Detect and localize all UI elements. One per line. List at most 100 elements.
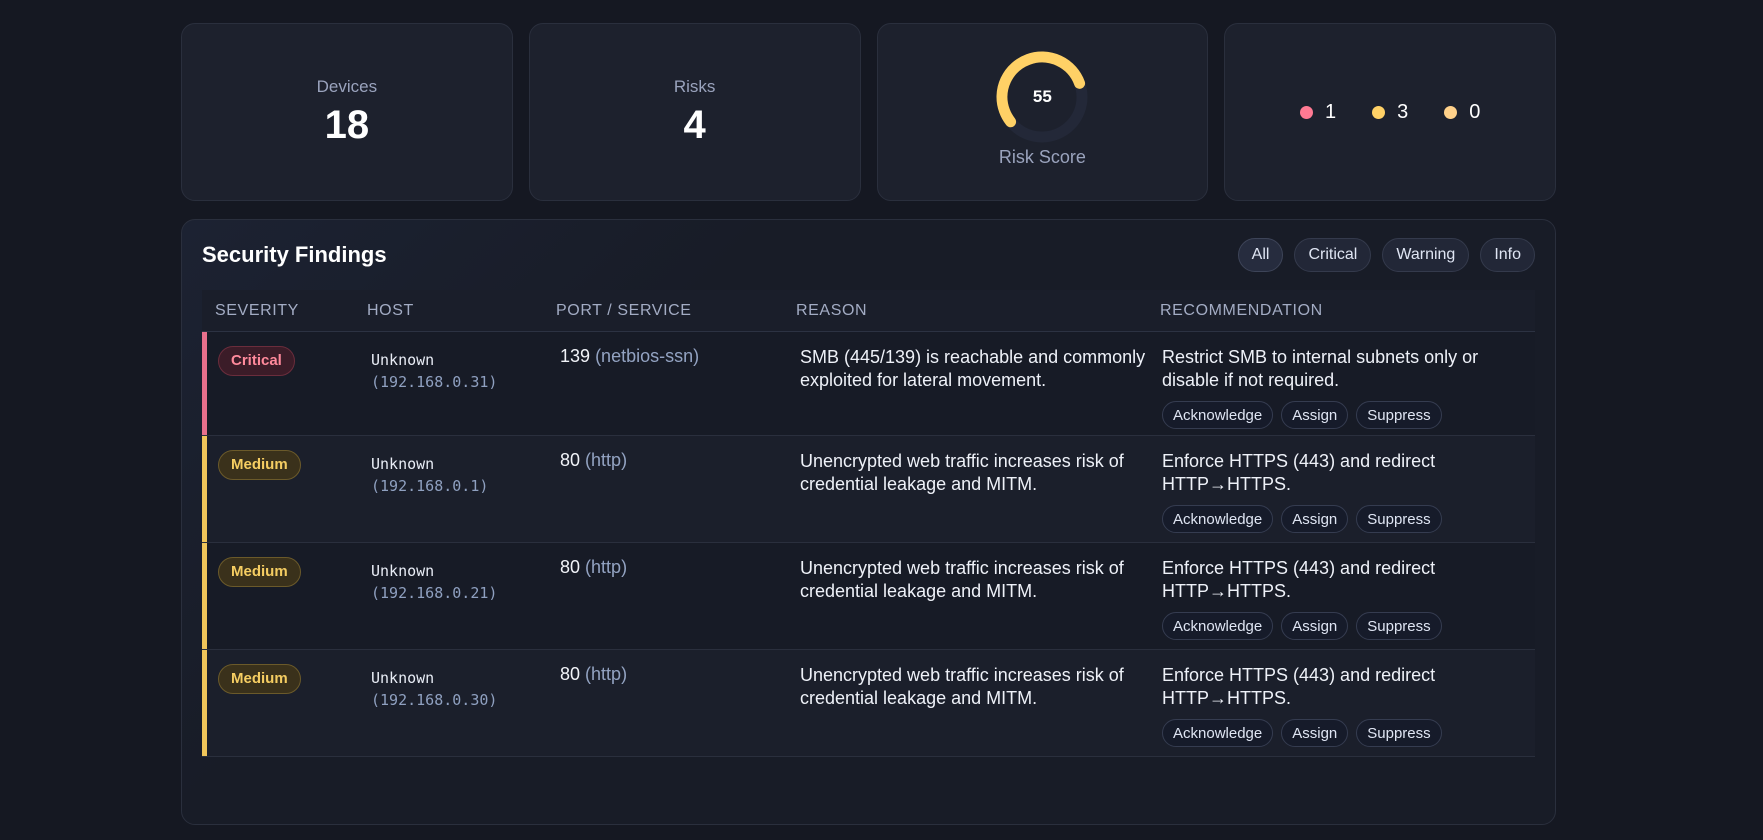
severity-badge: Medium [218,557,301,587]
risks-label: Risks [673,76,716,96]
assign-button[interactable]: Assign [1281,505,1349,533]
devices-card: Devices 18 [181,23,513,201]
service-name: (netbios-ssn) [595,346,700,366]
port-service-cell: 80 (http) [556,436,796,542]
row-actions: Acknowledge Assign Suppress [1162,719,1520,747]
suppress-button[interactable]: Suppress [1356,612,1442,640]
host-name: Unknown [371,562,435,580]
stats-row: Devices 18 Risks 4 55 Risk Score 1 3 0 [181,23,1556,201]
suppress-button[interactable]: Suppress [1356,719,1442,747]
legend-count: 1 [1324,100,1337,123]
host-cell: Unknown (192.168.0.21) [367,543,556,649]
legend-count: 3 [1397,100,1409,123]
risk-score-value: 55 [1032,86,1052,106]
severity-badge: Medium [218,664,301,694]
filter-group: All Critical Warning Info [1237,238,1535,272]
legend-dot-icon [1372,105,1386,119]
legend-dot-icon [1299,105,1313,119]
findings-table-body: Critical Unknown (192.168.0.31) 139 (netbio… [202,332,1535,757]
service-name: (http) [585,664,628,684]
risk-score-label: Risk Score [998,146,1086,167]
port-number: 80 [560,557,581,577]
column-severity[interactable]: SEVERITY [202,302,367,320]
port-service-cell: 139 (netbios-ssn) [556,332,796,435]
host-ip: (192.168.0.31) [371,373,498,391]
panel-title: Security Findings [202,242,387,267]
filter-warning-button[interactable]: Warning [1382,238,1470,272]
row-actions: Acknowledge Assign Suppress [1162,612,1520,640]
column-port-service[interactable]: PORT / SERVICE [556,302,796,320]
severity-stripe [202,436,207,542]
severity-stripe [202,543,207,649]
legend-item-critical: 1 [1299,100,1337,124]
recommendation-cell: Restrict SMB to internal subnets only or… [1160,332,1520,435]
severity-stripe [202,332,207,435]
row-actions: Acknowledge Assign Suppress [1162,505,1520,533]
recommendation-text: Enforce HTTPS (443) and redirect HTTP→HT… [1162,558,1436,601]
risk-score-gauge: 55 [994,49,1090,145]
acknowledge-button[interactable]: Acknowledge [1162,401,1274,429]
assign-button[interactable]: Assign [1281,719,1349,747]
assign-button[interactable]: Assign [1281,401,1349,429]
suppress-button[interactable]: Suppress [1356,401,1442,429]
table-row[interactable]: Critical Unknown (192.168.0.31) 139 (netbio… [202,332,1535,436]
recommendation-cell: Enforce HTTPS (443) and redirect HTTP→HT… [1160,543,1520,649]
severity-cell: Medium [202,543,367,649]
host-ip: (192.168.0.1) [371,477,489,495]
panel-header: Security Findings All Critical Warning Info [202,220,1535,290]
column-host[interactable]: HOST [367,302,556,320]
acknowledge-button[interactable]: Acknowledge [1162,505,1274,533]
acknowledge-button[interactable]: Acknowledge [1162,612,1274,640]
risks-count: 4 [683,102,706,147]
risks-card: Risks 4 [528,23,861,201]
filter-all-button[interactable]: All [1237,238,1284,272]
filter-info-button[interactable]: Info [1480,238,1535,272]
severity-stripe [202,650,207,756]
severity-badge: Critical [218,346,295,376]
host-cell: Unknown (192.168.0.30) [367,650,556,756]
severity-legend: 1 3 0 [1299,100,1480,124]
host-ip: (192.168.0.30) [371,691,498,709]
host-name: Unknown [371,351,435,369]
devices-label: Devices [316,76,378,96]
port-number: 139 [560,346,591,366]
table-row[interactable]: Medium Unknown (192.168.0.1) 80 (http) Unenc… [202,436,1535,543]
recommendation-text: Restrict SMB to internal subnets only or… [1162,347,1479,390]
suppress-button[interactable]: Suppress [1356,505,1442,533]
column-recommendation[interactable]: RECOMMENDATION [1160,302,1520,320]
filter-critical-button[interactable]: Critical [1294,238,1372,272]
service-name: (http) [585,450,628,470]
host-ip: (192.168.0.21) [371,584,498,602]
legend-dot-icon [1444,105,1458,119]
risk-score-card: 55 Risk Score [876,23,1209,201]
host-cell: Unknown (192.168.0.1) [367,436,556,542]
reason-cell: SMB (445/139) is reachable and commonly … [800,347,1146,390]
port-service-cell: 80 (http) [556,650,796,756]
recommendation-text: Enforce HTTPS (443) and redirect HTTP→HT… [1162,665,1436,708]
port-number: 80 [560,450,581,470]
severity-cell: Critical [202,332,367,435]
severity-badge: Medium [218,450,301,480]
acknowledge-button[interactable]: Acknowledge [1162,719,1274,747]
table-row[interactable]: Medium Unknown (192.168.0.21) 80 (http) Unen… [202,543,1535,650]
severity-cell: Medium [202,436,367,542]
devices-count: 18 [324,102,370,147]
port-number: 80 [560,664,581,684]
assign-button[interactable]: Assign [1281,612,1349,640]
host-name: Unknown [371,455,435,473]
legend-item-info: 0 [1444,101,1480,124]
table-row[interactable]: Medium Unknown (192.168.0.30) 80 (http) Unen… [202,650,1535,757]
recommendation-cell: Enforce HTTPS (443) and redirect HTTP→HT… [1160,436,1520,542]
legend-count: 0 [1469,100,1481,123]
reason-cell: Unencrypted web traffic increases risk o… [800,451,1124,494]
column-reason[interactable]: REASON [796,302,1160,320]
security-findings-panel: Security Findings All Critical Warning Info… [181,219,1556,825]
table-header: SEVERITY HOST PORT / SERVICE REASON RECO… [202,290,1535,332]
host-cell: Unknown (192.168.0.31) [367,332,556,435]
dashboard: Devices 18 Risks 4 55 Risk Score 1 3 0 Sec… [181,23,1556,825]
row-actions: Acknowledge Assign Suppress [1162,401,1520,429]
recommendation-text: Enforce HTTPS (443) and redirect HTTP→HT… [1162,451,1436,494]
port-service-cell: 80 (http) [556,543,796,649]
host-name: Unknown [371,669,435,687]
recommendation-cell: Enforce HTTPS (443) and redirect HTTP→HT… [1160,650,1520,756]
